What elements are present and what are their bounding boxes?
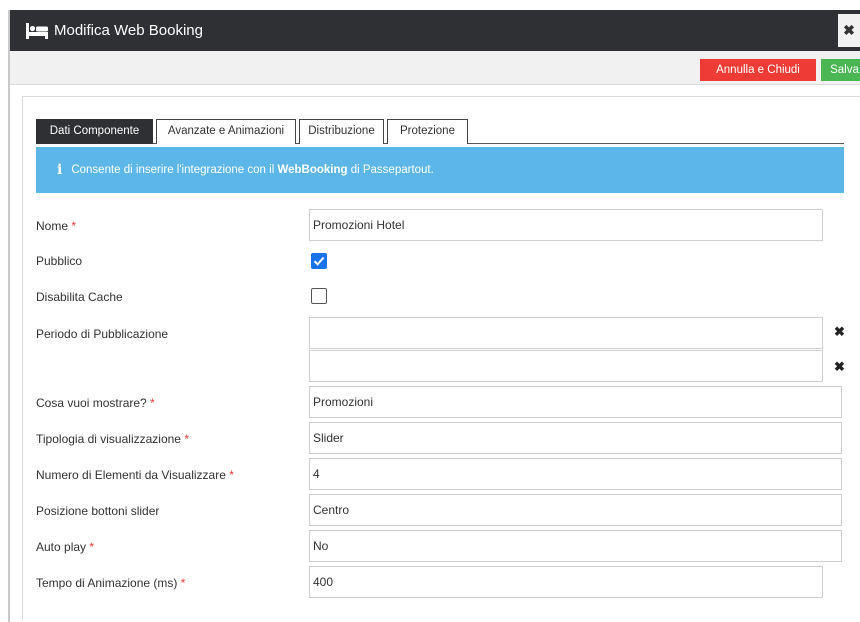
close-button[interactable]: ✖ bbox=[838, 14, 860, 47]
cosa-mostrare-select[interactable] bbox=[309, 386, 842, 418]
auto-play-label: Auto play * bbox=[36, 540, 95, 554]
clear-start-icon[interactable]: ✖ bbox=[834, 324, 845, 340]
save-button[interactable]: Salva bbox=[821, 59, 860, 81]
tempo-animazione-input[interactable] bbox=[309, 566, 823, 598]
tab-protezione[interactable]: Protezione bbox=[387, 119, 468, 144]
window-title: Modifica Web Booking bbox=[54, 22, 203, 39]
disabilita-cache-checkbox[interactable] bbox=[311, 288, 327, 304]
posizione-bottoni-label: Posizione bottoni slider bbox=[36, 504, 160, 518]
tempo-animazione-label: Tempo di Animazione (ms) * bbox=[36, 576, 186, 590]
tab-bar: Dati Componente Avanzate e Animazioni Di… bbox=[36, 119, 844, 144]
clear-end-icon[interactable]: ✖ bbox=[834, 359, 845, 375]
info-icon: i bbox=[57, 162, 63, 178]
close-icon: ✖ bbox=[843, 22, 855, 38]
tab-dati-componente[interactable]: Dati Componente bbox=[36, 119, 153, 144]
cosa-mostrare-label: Cosa vuoi mostrare? * bbox=[36, 396, 155, 410]
tipologia-select[interactable] bbox=[309, 422, 842, 454]
window-left-border bbox=[8, 10, 10, 622]
numero-elementi-input[interactable] bbox=[309, 458, 842, 490]
nome-label: Nome * bbox=[36, 219, 77, 233]
pubblico-checkbox[interactable] bbox=[311, 253, 327, 269]
info-text: Consente di inserire l'integrazione con … bbox=[71, 164, 434, 176]
checkmark-icon bbox=[313, 256, 325, 266]
pubblico-label: Pubblico bbox=[36, 254, 83, 268]
tipologia-label: Tipologia di visualizzazione * bbox=[36, 432, 189, 446]
tab-distribuzione[interactable]: Distribuzione bbox=[299, 119, 384, 144]
nome-input[interactable] bbox=[309, 209, 823, 241]
window-titlebar: Modifica Web Booking ✖ bbox=[10, 10, 860, 51]
toolbar: Annulla e Chiudi Salva bbox=[10, 51, 860, 85]
cancel-and-close-button[interactable]: Annulla e Chiudi bbox=[700, 59, 816, 81]
posizione-bottoni-select[interactable] bbox=[309, 494, 842, 526]
bed-icon bbox=[26, 22, 48, 39]
periodo-label: Periodo di Pubblicazione bbox=[36, 327, 169, 341]
periodo-start-input[interactable] bbox=[309, 317, 823, 349]
info-banner: i Consente di inserire l'integrazione co… bbox=[36, 147, 844, 193]
auto-play-select[interactable] bbox=[309, 530, 842, 562]
numero-elementi-label: Numero di Elementi da Visualizzare * bbox=[36, 468, 234, 482]
disabilita-cache-label: Disabilita Cache bbox=[36, 290, 123, 304]
tab-avanzate-animazioni[interactable]: Avanzate e Animazioni bbox=[156, 119, 296, 144]
periodo-end-input[interactable] bbox=[309, 350, 823, 382]
